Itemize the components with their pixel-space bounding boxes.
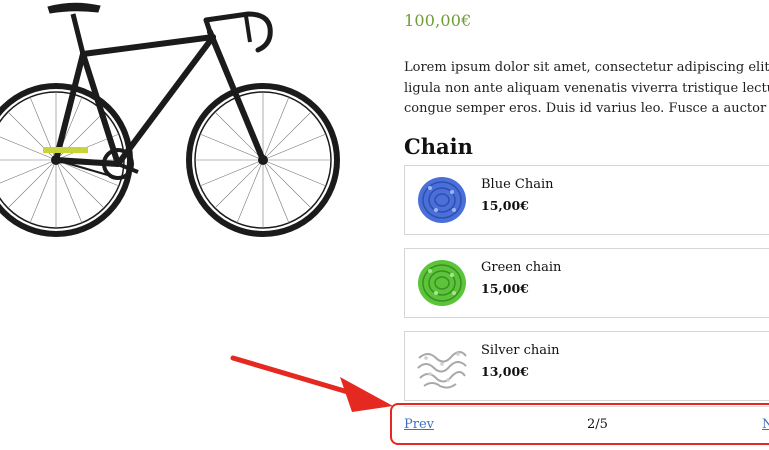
description-line: ligula non ante aliquam venenatis viverr… <box>404 80 769 96</box>
option-price: 13,00€ <box>481 364 529 379</box>
option-card-blue-chain[interactable]: Blue Chain 15,00€ <box>404 165 769 235</box>
section-title: Chain <box>404 134 473 159</box>
option-card-silver-chain[interactable]: Silver chain 13,00€ <box>404 331 769 401</box>
option-price: 15,00€ <box>481 198 529 213</box>
description-line: Lorem ipsum dolor sit amet, consectetur … <box>404 60 769 75</box>
option-name: Blue Chain <box>481 177 554 192</box>
silver-chain-icon <box>417 351 467 389</box>
blue-chain-icon <box>418 177 466 223</box>
description-line: congue semper eros. Duis id varius leo. … <box>404 101 769 116</box>
option-card-green-chain[interactable]: Green chain 15,00€ <box>404 248 769 318</box>
product-description: Lorem ipsum dolor sit amet, consectetur … <box>404 58 769 120</box>
bike-image <box>0 2 340 237</box>
product-price: 100,00€ <box>404 11 472 30</box>
option-name: Green chain <box>481 260 562 275</box>
option-name: Silver chain <box>481 343 560 358</box>
green-chain-icon <box>418 260 466 306</box>
arrow-annotation-icon <box>230 355 393 412</box>
highlight-annotation <box>390 403 769 445</box>
option-price: 15,00€ <box>481 281 529 296</box>
